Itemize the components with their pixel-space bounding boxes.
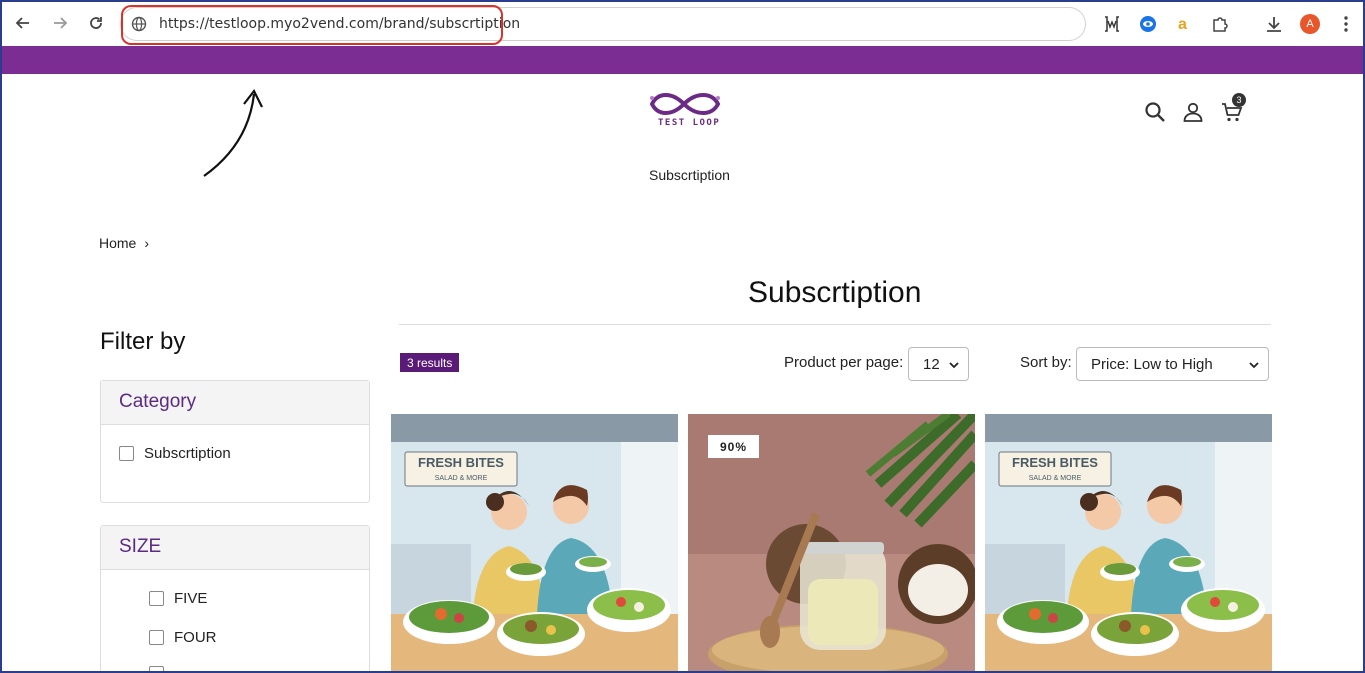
profile-avatar[interactable]: A (1300, 14, 1320, 34)
account-icon[interactable] (1181, 100, 1205, 124)
nav-link-subscription[interactable]: Subscrtiption (649, 167, 730, 183)
sign-title: FRESH BITES (418, 455, 504, 470)
product-card[interactable]: FRESH BITES SALAD & MORE (985, 414, 1272, 671)
sort-label: Sort by: (1020, 354, 1072, 371)
chevron-down-icon (1248, 358, 1260, 375)
size-option-four[interactable]: FOUR (149, 629, 217, 646)
product-image-salad: FRESH BITES SALAD & MORE (391, 414, 678, 671)
annotation-arrow-icon (203, 88, 263, 177)
logo-text: TEST LOOP (658, 118, 721, 128)
extension-eye-icon[interactable] (1137, 13, 1159, 35)
svg-text:a: a (1178, 16, 1187, 33)
chevron-right-icon: › (144, 235, 150, 251)
category-option[interactable]: Subscrtiption (119, 445, 231, 462)
per-page-label: Product per page: (784, 354, 904, 371)
product-card[interactable]: FRESH BITES SALAD & MORE (391, 414, 678, 671)
back-arrow-icon[interactable] (12, 12, 34, 34)
chevron-down-icon (948, 358, 960, 375)
breadcrumb: Home › (99, 235, 149, 251)
browser-toolbar: https://testloop.myo2vend.com/brand/subs… (2, 2, 1363, 46)
sort-select[interactable]: Price: Low to High (1076, 347, 1269, 381)
results-count-badge: 3 results (400, 353, 460, 372)
page-title: Subscrtiption (748, 276, 922, 309)
search-icon[interactable] (1143, 100, 1167, 124)
title-divider (399, 324, 1271, 325)
discount-badge: 90% (708, 435, 759, 458)
sign-title: FRESH BITES (1012, 455, 1098, 470)
size-option-label: FIVE (174, 590, 208, 607)
url-highlight-annotation (121, 5, 503, 45)
per-page-select[interactable]: 12 (908, 347, 969, 381)
screen: https://testloop.myo2vend.com/brand/subs… (0, 0, 1365, 673)
size-option-five[interactable]: FIVE (149, 590, 207, 607)
per-page-value: 12 (923, 355, 940, 373)
category-filter-heading[interactable]: Category (101, 381, 369, 425)
checkbox[interactable] (119, 446, 134, 461)
reload-icon[interactable] (85, 12, 107, 34)
extension-amazon-icon[interactable]: a (1173, 13, 1195, 35)
cart-count-badge: 3 (1232, 93, 1246, 107)
kebab-menu-icon[interactable] (1335, 13, 1357, 35)
top-announcement-band (2, 46, 1363, 74)
product-image-salad: FRESH BITES SALAD & MORE (985, 414, 1272, 671)
extension-w-icon[interactable] (1101, 13, 1123, 35)
forward-arrow-icon[interactable] (49, 12, 71, 34)
size-filter-panel: SIZE (100, 525, 370, 671)
breadcrumb-home[interactable]: Home (99, 235, 136, 251)
category-filter-panel: Category (100, 380, 370, 503)
filter-title: Filter by (100, 328, 186, 355)
extensions-puzzle-icon[interactable] (1209, 13, 1231, 35)
size-filter-heading[interactable]: SIZE (101, 526, 369, 570)
checkbox[interactable] (149, 630, 164, 645)
checkbox-partially-visible[interactable] (149, 666, 164, 671)
sign-subtitle: SALAD & MORE (435, 475, 488, 482)
sort-value: Price: Low to High (1091, 355, 1213, 373)
sign-subtitle: SALAD & MORE (1029, 475, 1082, 482)
checkbox[interactable] (149, 591, 164, 606)
category-option-label: Subscrtiption (144, 445, 231, 462)
download-icon[interactable] (1263, 13, 1285, 35)
size-option-label: FOUR (174, 629, 217, 646)
